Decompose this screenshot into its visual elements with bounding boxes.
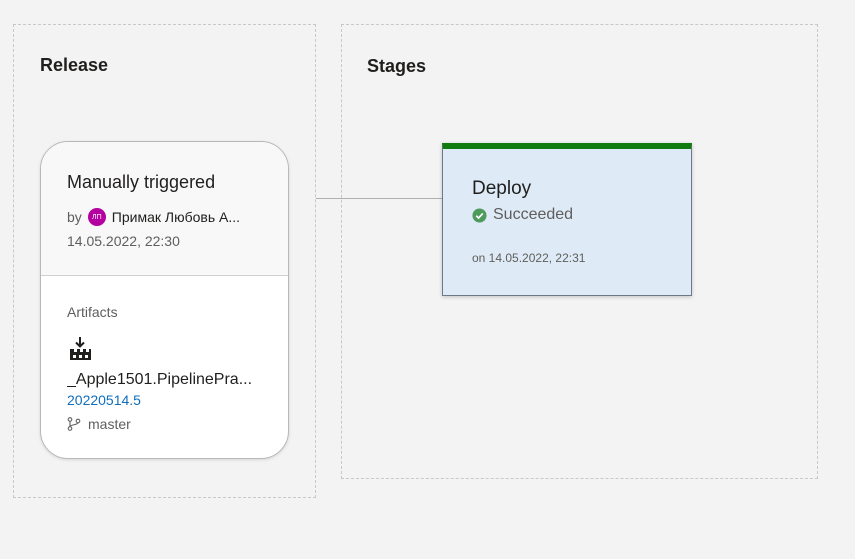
stage-date: on 14.05.2022, 22:31 [472, 251, 586, 265]
trigger-date: 14.05.2022, 22:30 [67, 233, 180, 249]
stage-status-label: Succeeded [493, 206, 574, 223]
trigger-title: Manually triggered [67, 172, 216, 192]
release-panel-title: Release [40, 55, 109, 75]
artifact-name[interactable]: _Apple1501.PipelinePra... [67, 371, 267, 389]
release-stage-connector [316, 198, 443, 199]
check-circle-icon [472, 207, 487, 223]
trigger-author-row: by ЛП Примак Любовь А... [67, 208, 252, 226]
by-label: by [67, 209, 82, 225]
stage-name[interactable]: Deploy [472, 178, 531, 200]
build-artifact-icon [70, 337, 91, 360]
artifact-version-link[interactable]: 20220514.5 [67, 392, 141, 408]
trigger-section: Manually triggered by ЛП Примак Любовь А… [41, 142, 288, 276]
stages-panel-title: Stages [367, 56, 427, 76]
stage-card-deploy[interactable]: Deploy Succeeded on 14.05.2022, 22:31 [442, 143, 692, 296]
branch-name: master [88, 416, 131, 432]
artifacts-label: Artifacts [67, 304, 118, 320]
author-name: Примак Любовь А... [111, 209, 241, 225]
branch-icon [67, 417, 81, 431]
artifact-branch: master [67, 416, 131, 432]
release-card[interactable]: Manually triggered by ЛП Примак Любовь А… [40, 141, 289, 459]
avatar: ЛП [87, 208, 106, 226]
stage-status: Succeeded [472, 206, 573, 224]
